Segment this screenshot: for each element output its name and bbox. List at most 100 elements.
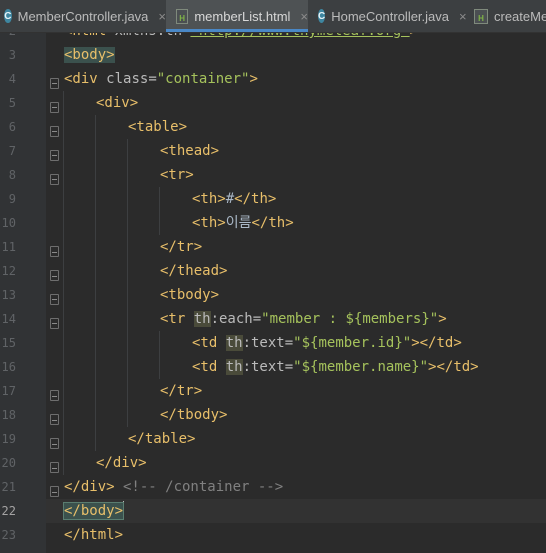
- tr-close-tag: </tr>: [160, 239, 203, 255]
- html-file-icon: H: [474, 8, 488, 24]
- fold-end-marker-icon[interactable]: [50, 438, 59, 449]
- text-attr: :text: [242, 359, 285, 375]
- fold-marker-icon[interactable]: [50, 78, 59, 89]
- equals-sign: =: [284, 335, 294, 351]
- fold-end-marker-icon[interactable]: [50, 414, 59, 425]
- each-attr: :each: [210, 311, 253, 327]
- code-line: <td th:text="${member.name}"></td>: [192, 355, 479, 379]
- fold-marker-icon[interactable]: [50, 102, 59, 113]
- th-namespace: th: [225, 335, 243, 351]
- tab-label: HomeController.java: [331, 8, 450, 24]
- th-close-tag: </th>: [251, 215, 294, 231]
- code-line: <td th:text="${member.id}"></td>: [192, 331, 462, 355]
- td-open-tag: <td: [192, 359, 226, 375]
- div-open-tag: <div: [64, 71, 107, 87]
- div-close-tag: </div>: [96, 455, 147, 471]
- code-line: <thead>: [160, 139, 219, 163]
- line-number: 14: [1, 312, 16, 326]
- line-number: 8: [8, 168, 16, 182]
- tr-open-tag: <tr>: [160, 167, 194, 183]
- td-open-tag: <td: [192, 335, 226, 351]
- code-line: </tr>: [160, 379, 202, 403]
- line-number: 7: [8, 144, 16, 158]
- tbody-close-tag: </tbody>: [160, 407, 228, 423]
- th-namespace: th: [193, 311, 211, 327]
- code-line: <div class="container">: [64, 67, 258, 91]
- code-line: </table>: [128, 427, 195, 451]
- java-class-icon: C: [318, 9, 326, 23]
- th-text: #: [225, 191, 235, 207]
- class-attr: class: [106, 71, 149, 87]
- text-attr: :text: [242, 335, 285, 351]
- tag-close: >: [438, 311, 447, 327]
- line-number: 4: [8, 72, 16, 86]
- line-number: 3: [8, 48, 16, 62]
- fold-end-marker-icon[interactable]: [50, 246, 59, 257]
- tab-member-list[interactable]: H memberList.html ×: [166, 0, 308, 32]
- each-value: "member : ${members}": [261, 311, 439, 327]
- code-line: <tr>: [160, 163, 194, 187]
- fold-marker-icon[interactable]: [50, 294, 59, 305]
- th-text: 이름: [225, 215, 252, 231]
- line-number: 20: [1, 456, 16, 470]
- editor-tab-bar: C MemberController.java × H memberList.h…: [0, 0, 546, 33]
- code-editor[interactable]: <html xmlns:th="http://www.thymeleaf.org…: [62, 0, 546, 553]
- th-close-tag: </th>: [234, 191, 277, 207]
- line-number: 23: [1, 528, 16, 542]
- code-line: </tr>: [160, 235, 202, 259]
- code-line-current: </body>: [62, 499, 125, 523]
- fold-end-marker-icon[interactable]: [50, 270, 59, 281]
- code-line: <tr th:each="member : ${members}">: [160, 307, 447, 331]
- code-line: </div> <!-- /container -->: [64, 475, 283, 499]
- table-close-tag: </table>: [128, 431, 196, 447]
- text-caret: [123, 501, 125, 518]
- line-number: 11: [1, 240, 16, 254]
- tab-member-controller[interactable]: C MemberController.java ×: [0, 0, 166, 32]
- body-open-tag: <body>: [64, 47, 115, 63]
- code-line: <table>: [128, 115, 187, 139]
- table-open-tag: <table>: [128, 119, 188, 135]
- code-line: <tbody>: [160, 283, 219, 307]
- div-close-tag: </div>: [64, 479, 115, 495]
- editor-window: 2 3 4 5 6 7 8 9 10 11 12 13 14 15 16 17 …: [0, 0, 546, 553]
- fold-end-marker-icon[interactable]: [50, 462, 59, 473]
- div-open-tag: <div>: [96, 95, 139, 111]
- fold-marker-icon[interactable]: [50, 318, 59, 329]
- fold-marker-icon[interactable]: [50, 174, 59, 185]
- close-icon[interactable]: ×: [158, 9, 166, 24]
- text-value: "${member.id}": [293, 335, 412, 351]
- code-line: <th>이름</th>: [192, 211, 294, 235]
- line-number: 21: [1, 480, 16, 494]
- th-namespace: th: [225, 359, 243, 375]
- body-close-tag: </body>: [62, 502, 125, 520]
- td-close-tag: ></td>: [428, 359, 479, 375]
- line-number: 17: [1, 384, 16, 398]
- line-number-current: 22: [1, 504, 16, 518]
- code-line: <body>: [64, 43, 115, 67]
- tab-label: memberList.html: [194, 8, 291, 24]
- line-number: 13: [1, 288, 16, 302]
- fold-marker-icon[interactable]: [50, 126, 59, 137]
- thead-open-tag: <thead>: [160, 143, 220, 159]
- close-icon[interactable]: ×: [300, 9, 308, 24]
- line-number-gutter[interactable]: 2 3 4 5 6 7 8 9 10 11 12 13 14 15 16 17 …: [0, 0, 46, 553]
- class-value: "container": [156, 71, 250, 87]
- line-number: 19: [1, 432, 16, 446]
- java-class-icon: C: [4, 9, 12, 23]
- line-number: 5: [8, 96, 16, 110]
- code-line: </div>: [96, 451, 147, 475]
- fold-marker-icon[interactable]: [50, 150, 59, 161]
- container-comment: <!-- /container -->: [114, 479, 284, 495]
- fold-end-marker-icon[interactable]: [50, 486, 59, 497]
- html-close-tag: </html>: [64, 527, 124, 543]
- tab-home-controller[interactable]: C HomeController.java ×: [308, 0, 467, 32]
- line-number: 6: [8, 120, 16, 134]
- text-value: "${member.name}": [293, 359, 429, 375]
- equals-sign: =: [148, 71, 157, 87]
- tr-close-tag: </tr>: [160, 383, 203, 399]
- equals-sign: =: [252, 311, 262, 327]
- line-number: 18: [1, 408, 16, 422]
- tab-create-member[interactable]: H createMe: [464, 0, 546, 32]
- fold-end-marker-icon[interactable]: [50, 390, 59, 401]
- line-number: 10: [1, 216, 16, 230]
